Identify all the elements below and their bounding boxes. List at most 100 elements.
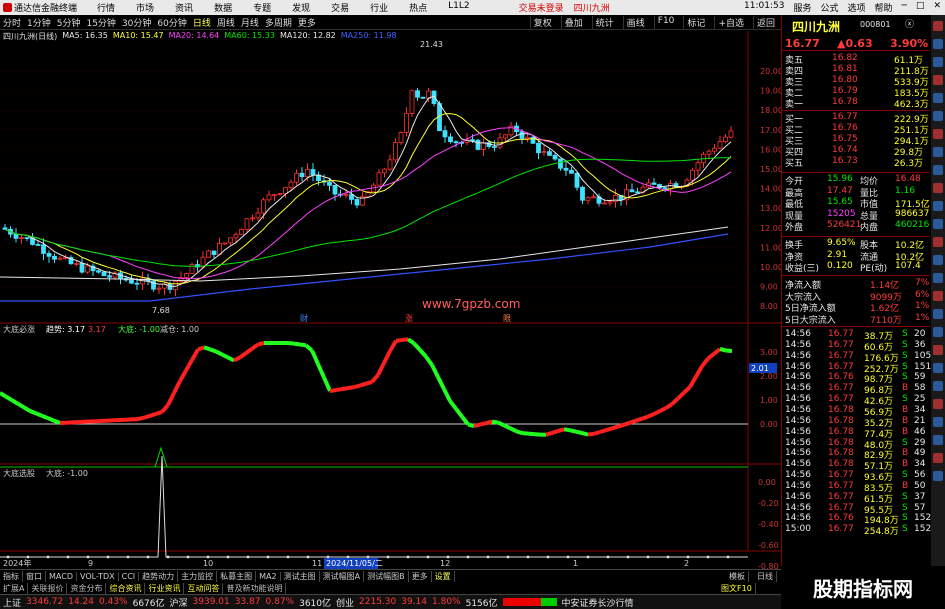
menu-service[interactable]: 服务 [793, 1, 811, 14]
side-tool-icon[interactable] [933, 273, 943, 283]
ind2-axis: 0.00 -0.20 -0.40 -0.60 -0.80 [758, 478, 779, 569]
login-warning[interactable]: 交易未登录 [519, 1, 564, 14]
side-tool-icon[interactable] [933, 453, 943, 463]
side-tool-icon[interactable] [933, 165, 943, 175]
menu-item[interactable]: 热点 [409, 1, 427, 14]
mark-button[interactable]: 标记 [683, 15, 708, 29]
trend-segment [647, 412, 655, 419]
tab-more[interactable]: 更多 [409, 570, 432, 582]
event-label[interactable]: 财 [300, 313, 308, 323]
side-tool-icon[interactable] [933, 309, 943, 319]
template-button[interactable]: 模板 [726, 570, 749, 582]
info-tab[interactable]: 普及新功能说明 [223, 582, 287, 594]
overlay-button[interactable]: 叠加 [560, 15, 586, 29]
side-tool-icon[interactable] [933, 345, 943, 355]
event-label[interactable]: 限 [503, 314, 511, 323]
fuquan-button[interactable]: 复权 [529, 15, 555, 29]
minimize-icon[interactable]: ─ [902, 1, 907, 14]
period-tab[interactable]: 1分钟 [27, 16, 51, 29]
side-tool-icon[interactable] [933, 435, 943, 445]
period-tab[interactable]: 15分钟 [86, 16, 115, 29]
menu-item[interactable]: 专题 [253, 1, 271, 14]
tab-window[interactable]: 窗口 [23, 570, 46, 582]
chart-area[interactable]: 20.0019.0018.0017.0016.0015.0014.0013.00… [0, 31, 781, 569]
side-tool-icon[interactable] [933, 201, 943, 211]
tab-test-main[interactable]: 测试主图 [281, 570, 320, 582]
side-tool-icon[interactable] [933, 471, 943, 481]
side-tool-icon[interactable] [933, 363, 943, 373]
menu-item[interactable]: 资讯 [175, 1, 193, 14]
side-tool-icon[interactable] [933, 183, 943, 193]
period-tab[interactable]: 月线 [241, 16, 259, 29]
info-tab[interactable]: 行业资讯 [145, 582, 185, 594]
side-tool-icon[interactable] [933, 111, 943, 121]
tab-cci[interactable]: CCI [119, 571, 140, 581]
side-tool-icon[interactable] [933, 75, 943, 85]
stock-tab[interactable]: 四川九洲 [574, 1, 610, 14]
menu-item[interactable]: L1L2 [448, 1, 469, 14]
info-tab[interactable]: 综合资讯 [106, 582, 146, 594]
maximize-icon[interactable]: □ [916, 1, 925, 14]
side-tool-icon[interactable] [933, 255, 943, 265]
tab-main-monitor[interactable]: 主力监控 [178, 570, 218, 582]
info-tab[interactable]: 互动问答 [184, 582, 224, 594]
tab-test-a[interactable]: 测试幅图A [320, 570, 365, 582]
side-tool-icon[interactable] [933, 381, 943, 391]
f10-button[interactable]: F10 [653, 15, 678, 29]
side-tool-icon[interactable] [933, 219, 943, 229]
period-tab[interactable]: 30分钟 [122, 16, 151, 29]
side-tool-icon[interactable] [933, 147, 943, 157]
tab-private-main[interactable]: 私募主图 [217, 570, 257, 582]
side-tool-icon[interactable] [933, 417, 943, 427]
menu-options[interactable]: 选项 [847, 1, 865, 14]
info-tab[interactable]: 资金分布 [67, 582, 107, 594]
period-tab[interactable]: 5分钟 [57, 16, 81, 29]
side-tool-icon[interactable] [933, 21, 943, 31]
back-button[interactable]: 返回 [752, 15, 778, 29]
side-tool-icon[interactable] [933, 237, 943, 247]
side-tool-icon[interactable] [933, 57, 943, 67]
tick-time: 14:56 [785, 329, 811, 339]
stats-button[interactable]: 统计 [591, 15, 617, 29]
menu-help[interactable]: 帮助 [875, 1, 893, 14]
menu-item[interactable]: 发现 [292, 1, 310, 14]
period-tab[interactable]: 分时 [3, 16, 21, 29]
side-tool-icon[interactable] [933, 39, 943, 49]
info-tab[interactable]: 扩展A [0, 582, 29, 594]
period-tab-active[interactable]: 日线 [193, 16, 211, 29]
menu-item[interactable]: 数据 [214, 1, 232, 14]
tick-row: 14:56 16.77 42.6万 S 25 [782, 394, 932, 407]
f10-text-tab[interactable]: 图文F10 [718, 582, 756, 594]
draw-button[interactable]: 画线 [622, 15, 648, 29]
menu-item[interactable]: 交易 [331, 1, 349, 14]
close-icon[interactable]: ✕ [933, 1, 941, 14]
event-label[interactable]: 涨 [405, 313, 413, 323]
side-tool-icon[interactable] [933, 399, 943, 409]
tick-row: 14:56 16.77 61.5万 S 37 [782, 492, 932, 505]
period-tab[interactable]: 60分钟 [157, 16, 186, 29]
side-tool-icon[interactable] [933, 93, 943, 103]
tab-vol[interactable]: VOL-TDX [77, 571, 119, 581]
info-tab[interactable]: 关联报价 [28, 582, 68, 594]
add-watchlist-button[interactable]: +自选 [714, 15, 747, 29]
menu-item[interactable]: 行情 [97, 1, 115, 14]
period-tab[interactable]: 更多 [298, 16, 316, 29]
period-tab[interactable]: 多周期 [265, 16, 292, 29]
side-tool-icon[interactable] [933, 327, 943, 337]
tab-trend-power[interactable]: 趋势动力 [139, 570, 179, 582]
period-indicator[interactable]: 日线 [754, 570, 777, 582]
tab-indicator[interactable]: 指标 [0, 570, 23, 582]
tab-settings[interactable]: 设置 [432, 570, 455, 582]
candle-body [574, 172, 580, 188]
menu-item[interactable]: 市场 [136, 1, 154, 14]
tab-macd[interactable]: MACD [46, 571, 77, 581]
period-tab[interactable]: 周线 [217, 16, 235, 29]
menu-formula[interactable]: 公式 [820, 1, 838, 14]
tab-ma2[interactable]: MA2 [256, 571, 281, 581]
menu-item[interactable]: 行业 [370, 1, 388, 14]
tab-test-b[interactable]: 测试幅图B [364, 570, 409, 582]
trend-segment [629, 418, 637, 425]
side-tool-icon[interactable] [933, 291, 943, 301]
close-quote-icon[interactable]: ⓧ [905, 17, 914, 30]
side-tool-icon[interactable] [933, 129, 943, 139]
